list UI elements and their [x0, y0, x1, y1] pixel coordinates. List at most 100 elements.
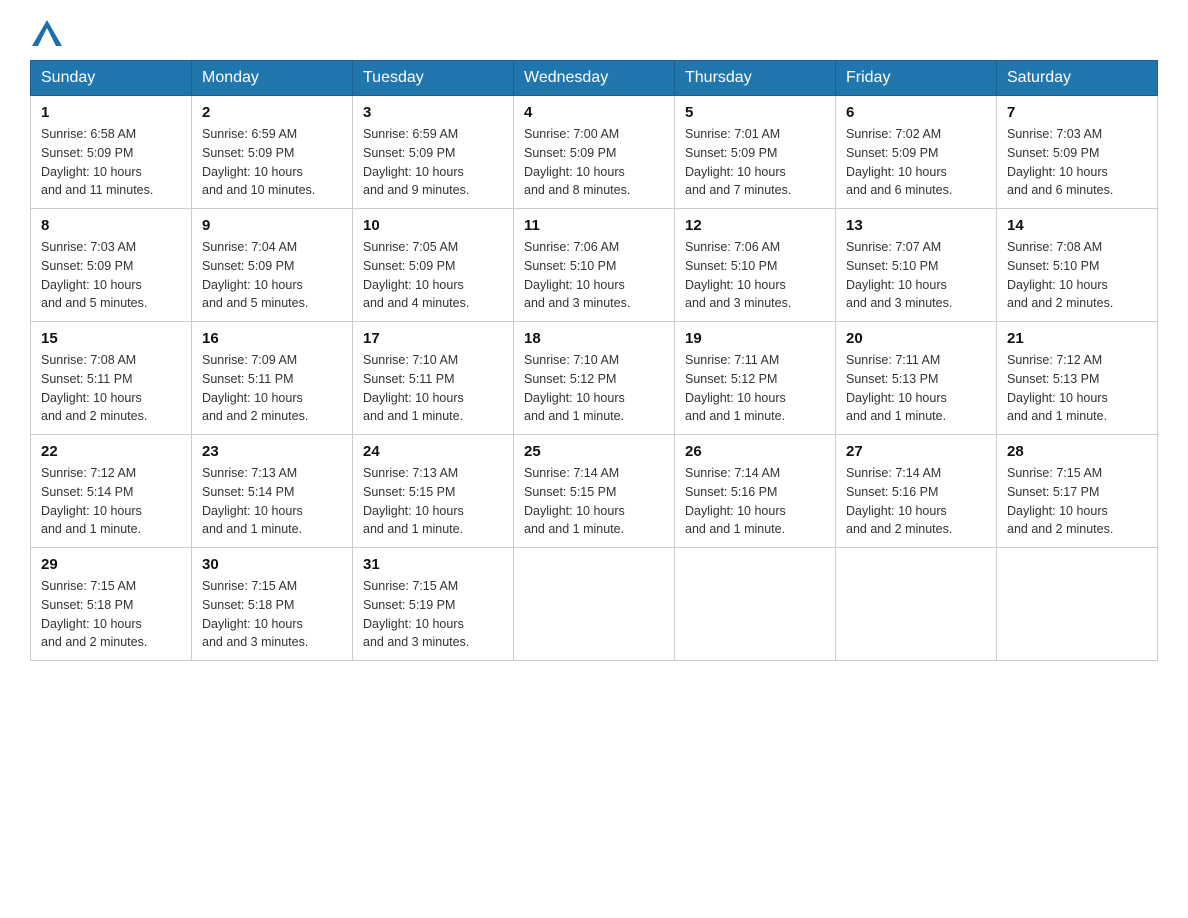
calendar-cell: [997, 548, 1158, 661]
calendar-cell: 20 Sunrise: 7:11 AMSunset: 5:13 PMDaylig…: [836, 322, 997, 435]
day-number: 23: [202, 443, 342, 460]
calendar-cell: 13 Sunrise: 7:07 AMSunset: 5:10 PMDaylig…: [836, 209, 997, 322]
page-header: [30, 20, 1158, 40]
weekday-header-row: SundayMondayTuesdayWednesdayThursdayFrid…: [31, 61, 1158, 96]
calendar-cell: 2 Sunrise: 6:59 AMSunset: 5:09 PMDayligh…: [192, 96, 353, 209]
day-info: Sunrise: 7:15 AMSunset: 5:17 PMDaylight:…: [1007, 466, 1113, 536]
calendar-cell: 26 Sunrise: 7:14 AMSunset: 5:16 PMDaylig…: [675, 435, 836, 548]
calendar-cell: 31 Sunrise: 7:15 AMSunset: 5:19 PMDaylig…: [353, 548, 514, 661]
calendar-cell: 24 Sunrise: 7:13 AMSunset: 5:15 PMDaylig…: [353, 435, 514, 548]
day-number: 21: [1007, 330, 1147, 347]
calendar-cell: 23 Sunrise: 7:13 AMSunset: 5:14 PMDaylig…: [192, 435, 353, 548]
calendar-cell: 8 Sunrise: 7:03 AMSunset: 5:09 PMDayligh…: [31, 209, 192, 322]
day-number: 2: [202, 104, 342, 121]
day-info: Sunrise: 7:03 AMSunset: 5:09 PMDaylight:…: [1007, 127, 1113, 197]
calendar-table: SundayMondayTuesdayWednesdayThursdayFrid…: [30, 60, 1158, 661]
day-number: 30: [202, 556, 342, 573]
day-info: Sunrise: 7:15 AMSunset: 5:19 PMDaylight:…: [363, 579, 469, 649]
day-info: Sunrise: 7:06 AMSunset: 5:10 PMDaylight:…: [685, 240, 791, 310]
day-number: 22: [41, 443, 181, 460]
day-number: 12: [685, 217, 825, 234]
day-number: 28: [1007, 443, 1147, 460]
day-number: 26: [685, 443, 825, 460]
calendar-cell: 22 Sunrise: 7:12 AMSunset: 5:14 PMDaylig…: [31, 435, 192, 548]
day-number: 7: [1007, 104, 1147, 121]
day-number: 8: [41, 217, 181, 234]
calendar-cell: 29 Sunrise: 7:15 AMSunset: 5:18 PMDaylig…: [31, 548, 192, 661]
weekday-header-friday: Friday: [836, 61, 997, 96]
day-number: 3: [363, 104, 503, 121]
day-info: Sunrise: 7:11 AMSunset: 5:12 PMDaylight:…: [685, 353, 786, 423]
calendar-cell: [675, 548, 836, 661]
day-number: 16: [202, 330, 342, 347]
day-number: 4: [524, 104, 664, 121]
weekday-header-wednesday: Wednesday: [514, 61, 675, 96]
day-info: Sunrise: 6:59 AMSunset: 5:09 PMDaylight:…: [363, 127, 469, 197]
calendar-cell: [514, 548, 675, 661]
day-info: Sunrise: 7:12 AMSunset: 5:13 PMDaylight:…: [1007, 353, 1108, 423]
calendar-cell: 9 Sunrise: 7:04 AMSunset: 5:09 PMDayligh…: [192, 209, 353, 322]
calendar-cell: 16 Sunrise: 7:09 AMSunset: 5:11 PMDaylig…: [192, 322, 353, 435]
day-number: 31: [363, 556, 503, 573]
day-number: 14: [1007, 217, 1147, 234]
day-number: 18: [524, 330, 664, 347]
day-info: Sunrise: 7:13 AMSunset: 5:14 PMDaylight:…: [202, 466, 303, 536]
calendar-cell: 28 Sunrise: 7:15 AMSunset: 5:17 PMDaylig…: [997, 435, 1158, 548]
day-info: Sunrise: 7:00 AMSunset: 5:09 PMDaylight:…: [524, 127, 630, 197]
day-info: Sunrise: 7:10 AMSunset: 5:11 PMDaylight:…: [363, 353, 464, 423]
logo: [30, 20, 62, 40]
day-number: 6: [846, 104, 986, 121]
day-info: Sunrise: 7:15 AMSunset: 5:18 PMDaylight:…: [41, 579, 147, 649]
day-number: 27: [846, 443, 986, 460]
calendar-cell: [836, 548, 997, 661]
day-info: Sunrise: 7:08 AMSunset: 5:10 PMDaylight:…: [1007, 240, 1113, 310]
day-number: 17: [363, 330, 503, 347]
day-number: 13: [846, 217, 986, 234]
calendar-cell: 10 Sunrise: 7:05 AMSunset: 5:09 PMDaylig…: [353, 209, 514, 322]
day-number: 19: [685, 330, 825, 347]
day-number: 10: [363, 217, 503, 234]
day-number: 24: [363, 443, 503, 460]
day-number: 5: [685, 104, 825, 121]
calendar-cell: 18 Sunrise: 7:10 AMSunset: 5:12 PMDaylig…: [514, 322, 675, 435]
day-info: Sunrise: 7:11 AMSunset: 5:13 PMDaylight:…: [846, 353, 947, 423]
calendar-week-row: 15 Sunrise: 7:08 AMSunset: 5:11 PMDaylig…: [31, 322, 1158, 435]
day-info: Sunrise: 6:59 AMSunset: 5:09 PMDaylight:…: [202, 127, 315, 197]
day-info: Sunrise: 7:09 AMSunset: 5:11 PMDaylight:…: [202, 353, 308, 423]
calendar-cell: 25 Sunrise: 7:14 AMSunset: 5:15 PMDaylig…: [514, 435, 675, 548]
calendar-week-row: 22 Sunrise: 7:12 AMSunset: 5:14 PMDaylig…: [31, 435, 1158, 548]
calendar-cell: 30 Sunrise: 7:15 AMSunset: 5:18 PMDaylig…: [192, 548, 353, 661]
day-number: 29: [41, 556, 181, 573]
day-number: 15: [41, 330, 181, 347]
calendar-cell: 14 Sunrise: 7:08 AMSunset: 5:10 PMDaylig…: [997, 209, 1158, 322]
calendar-cell: 19 Sunrise: 7:11 AMSunset: 5:12 PMDaylig…: [675, 322, 836, 435]
calendar-cell: 3 Sunrise: 6:59 AMSunset: 5:09 PMDayligh…: [353, 96, 514, 209]
weekday-header-sunday: Sunday: [31, 61, 192, 96]
day-number: 11: [524, 217, 664, 234]
day-info: Sunrise: 6:58 AMSunset: 5:09 PMDaylight:…: [41, 127, 153, 197]
calendar-cell: 6 Sunrise: 7:02 AMSunset: 5:09 PMDayligh…: [836, 96, 997, 209]
calendar-cell: 4 Sunrise: 7:00 AMSunset: 5:09 PMDayligh…: [514, 96, 675, 209]
day-number: 9: [202, 217, 342, 234]
logo-icon: [32, 20, 62, 46]
calendar-cell: 21 Sunrise: 7:12 AMSunset: 5:13 PMDaylig…: [997, 322, 1158, 435]
day-number: 20: [846, 330, 986, 347]
calendar-cell: 5 Sunrise: 7:01 AMSunset: 5:09 PMDayligh…: [675, 96, 836, 209]
day-number: 1: [41, 104, 181, 121]
calendar-cell: 1 Sunrise: 6:58 AMSunset: 5:09 PMDayligh…: [31, 96, 192, 209]
calendar-cell: 15 Sunrise: 7:08 AMSunset: 5:11 PMDaylig…: [31, 322, 192, 435]
day-info: Sunrise: 7:05 AMSunset: 5:09 PMDaylight:…: [363, 240, 469, 310]
weekday-header-monday: Monday: [192, 61, 353, 96]
day-info: Sunrise: 7:02 AMSunset: 5:09 PMDaylight:…: [846, 127, 952, 197]
day-info: Sunrise: 7:10 AMSunset: 5:12 PMDaylight:…: [524, 353, 625, 423]
day-info: Sunrise: 7:13 AMSunset: 5:15 PMDaylight:…: [363, 466, 464, 536]
day-info: Sunrise: 7:08 AMSunset: 5:11 PMDaylight:…: [41, 353, 147, 423]
calendar-week-row: 29 Sunrise: 7:15 AMSunset: 5:18 PMDaylig…: [31, 548, 1158, 661]
day-info: Sunrise: 7:04 AMSunset: 5:09 PMDaylight:…: [202, 240, 308, 310]
day-info: Sunrise: 7:12 AMSunset: 5:14 PMDaylight:…: [41, 466, 142, 536]
weekday-header-saturday: Saturday: [997, 61, 1158, 96]
day-info: Sunrise: 7:01 AMSunset: 5:09 PMDaylight:…: [685, 127, 791, 197]
calendar-week-row: 8 Sunrise: 7:03 AMSunset: 5:09 PMDayligh…: [31, 209, 1158, 322]
day-number: 25: [524, 443, 664, 460]
calendar-week-row: 1 Sunrise: 6:58 AMSunset: 5:09 PMDayligh…: [31, 96, 1158, 209]
